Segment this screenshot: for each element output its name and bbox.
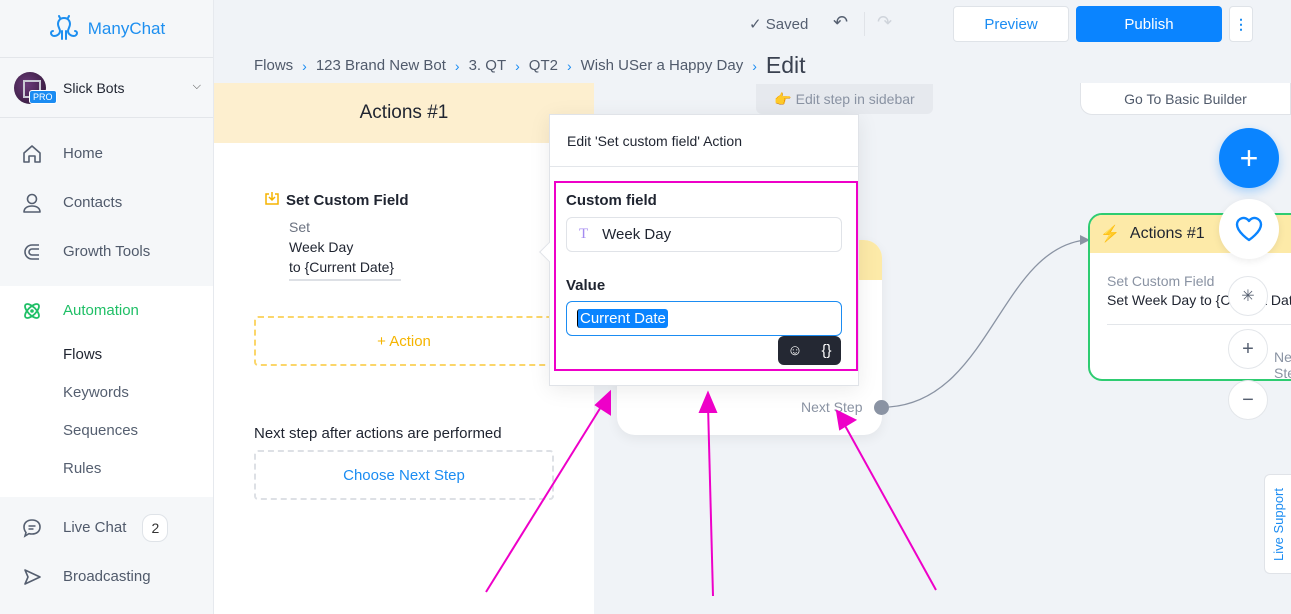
breadcrumb-item[interactable]: QT2 (529, 57, 558, 74)
page-title: Edit (765, 52, 806, 78)
sidebar-subitem-keywords[interactable]: Keywords (0, 373, 213, 411)
sidebar-item-label: Live Chat (63, 519, 127, 536)
manychat-logo-icon (49, 14, 78, 40)
go-to-basic-builder-button[interactable]: Go To Basic Builder (1080, 83, 1291, 115)
action-title: Set Custom Field (286, 191, 409, 209)
live-chat-count-badge: 2 (142, 513, 169, 542)
value-label: Value (566, 277, 606, 294)
brand-name: ManyChat (87, 18, 166, 38)
account-switcher[interactable]: PRO Slick Bots ⌵ (0, 58, 213, 118)
action-item[interactable]: Set Custom Field Set Week Day to {Curren… (264, 191, 409, 281)
emoji-icon[interactable]: ☺ (787, 342, 802, 359)
action-value: to {Current Date} (289, 259, 395, 275)
atom-icon (20, 299, 44, 323)
heart-icon (1235, 216, 1263, 242)
sidebar-item-label: Broadcasting (63, 568, 151, 585)
node-title: Actions #1 (1129, 225, 1205, 242)
chevron-right-icon: › (566, 57, 572, 74)
live-support-label: Live Support (1271, 487, 1286, 561)
step-editor-panel: Actions #1 Set Custom Field Set Week Day… (214, 83, 594, 614)
redo-icon[interactable]: ↷ (877, 12, 892, 33)
action-set-label: Set (289, 219, 311, 235)
chevron-right-icon: › (302, 57, 307, 74)
sidebar-item-growth-tools[interactable]: Growth Tools (0, 227, 213, 276)
sidebar-item-home[interactable]: Home (0, 129, 213, 178)
lightning-icon: ⚡ (1100, 226, 1120, 243)
home-icon (20, 142, 44, 166)
save-status: ✓ Saved (749, 15, 808, 33)
publish-button[interactable]: Publish (1076, 6, 1222, 42)
divider (864, 12, 865, 36)
action-field-name: Week Day (289, 239, 354, 255)
more-options-button[interactable]: ⋮ (1229, 6, 1253, 42)
zoom-in-button[interactable]: + (1228, 329, 1268, 369)
user-icon (20, 191, 44, 215)
next-step-port[interactable] (874, 400, 889, 415)
chat-icon (20, 516, 44, 540)
pro-badge: PRO (29, 90, 57, 104)
custom-field-value: Week Day (602, 226, 672, 243)
send-icon (20, 565, 44, 589)
undo-icon[interactable]: ↶ (833, 12, 848, 33)
breadcrumb: Flows › 123 Brand New Bot › 3. QT › QT2 › Wi… (254, 52, 806, 79)
action-underline (289, 279, 401, 281)
save-status-text: Saved (765, 16, 809, 33)
top-bar: ✓ Saved ↶ ↷ Preview Publish ⋮ (214, 0, 1291, 48)
magnet-icon (20, 240, 44, 264)
magic-wand-icon: ✳ (1241, 288, 1255, 305)
custom-field-select[interactable]: T Week Day (566, 217, 842, 252)
choose-next-step-button[interactable]: Choose Next Step (254, 450, 554, 500)
check-icon: ✓ (749, 16, 766, 33)
text-type-icon: T (579, 226, 589, 242)
sidebar-item-live-chat[interactable]: Live Chat 2 (0, 503, 213, 552)
popup-title: Edit 'Set custom field' Action (550, 115, 858, 167)
sidebar-item-label: Growth Tools (63, 243, 151, 260)
custom-field-label: Custom field (566, 192, 657, 209)
sidebar-item-automation[interactable]: Automation (0, 286, 213, 335)
sidebar-subitem-sequences[interactable]: Sequences (0, 411, 213, 449)
favorite-button[interactable] (1219, 199, 1279, 259)
magic-wand-button[interactable]: ✳ (1228, 276, 1268, 316)
next-step-heading: Next step after actions are performed (254, 425, 502, 442)
variable-braces-icon[interactable]: {} (822, 342, 832, 359)
account-name: Slick Bots (63, 79, 125, 96)
value-input[interactable]: Current Date (566, 301, 842, 336)
chevron-right-icon: › (515, 57, 520, 74)
sidebar: ManyChat PRO Slick Bots ⌵ Home Contacts … (0, 0, 214, 614)
live-support-tab[interactable]: Live Support (1264, 474, 1291, 574)
download-box-icon (264, 191, 280, 209)
annotation-arrowhead (594, 389, 611, 416)
chevron-right-icon: › (454, 57, 460, 74)
divider (1107, 324, 1291, 325)
preview-button[interactable]: Preview (953, 6, 1069, 42)
sidebar-item-label: Home (63, 145, 104, 162)
sidebar-item-contacts[interactable]: Contacts (0, 178, 213, 227)
add-step-button[interactable]: + (1219, 128, 1279, 188)
value-selected-text: Current Date (577, 309, 668, 328)
minus-icon: − (1242, 388, 1254, 411)
breadcrumb-item[interactable]: Wish USer a Happy Day (581, 57, 744, 74)
edit-step-hint: 👉 Edit step in sidebar (756, 84, 933, 114)
sidebar-subitem-flows[interactable]: Flows (0, 335, 213, 373)
breadcrumb-item[interactable]: 123 Brand New Bot (316, 57, 446, 74)
node-next-step-label: Next Step (1274, 349, 1291, 381)
plus-icon: + (1242, 337, 1254, 360)
sidebar-subitem-rules[interactable]: Rules (0, 449, 213, 487)
breadcrumb-item[interactable]: Flows (254, 57, 293, 74)
logo[interactable]: ManyChat (0, 0, 213, 58)
breadcrumb-item[interactable]: 3. QT (469, 57, 507, 74)
editor-title: Actions #1 (214, 83, 594, 143)
next-step-label: Next Step (801, 399, 863, 415)
insert-toolbar: ☺ {} (778, 336, 841, 365)
plus-icon: + (1239, 139, 1259, 176)
chevron-down-icon: ⌵ (192, 80, 201, 92)
zoom-out-button[interactable]: − (1228, 380, 1268, 420)
sidebar-item-label: Contacts (63, 194, 123, 211)
node-connector (888, 239, 1086, 408)
annotation-arrow (842, 421, 937, 591)
sidebar-item-label: Automation (63, 302, 139, 319)
sidebar-item-broadcasting[interactable]: Broadcasting (0, 552, 213, 601)
chevron-right-icon: › (752, 57, 757, 74)
add-action-button[interactable]: + Action (254, 316, 554, 366)
